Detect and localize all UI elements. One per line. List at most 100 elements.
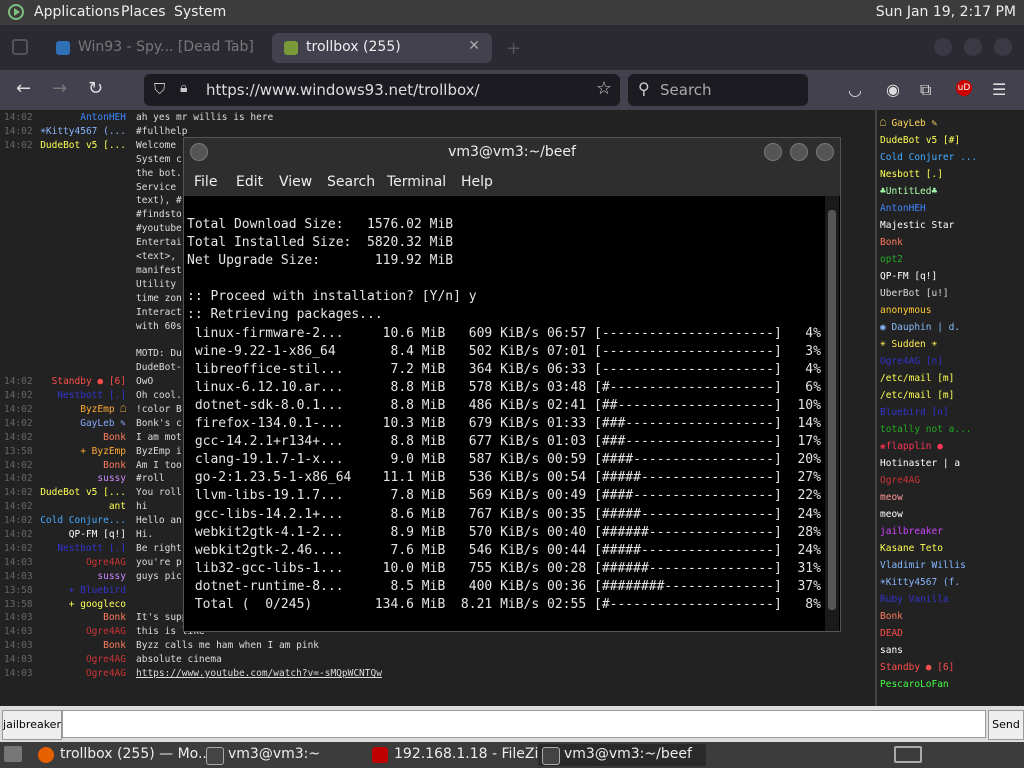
- user-list-item[interactable]: ❀flapplin ●: [880, 441, 943, 452]
- message-nick[interactable]: Bonk: [103, 432, 126, 443]
- user-list-item[interactable]: Bluebird [n]: [880, 407, 949, 418]
- user-list-item[interactable]: Nesbott [.]: [880, 169, 943, 180]
- user-list-item[interactable]: Kasane Teto: [880, 543, 943, 554]
- message-nick[interactable]: DudeBot v5 [...: [40, 487, 126, 498]
- close-button[interactable]: [816, 143, 834, 161]
- message-nick[interactable]: + googleco: [69, 599, 126, 610]
- message-nick[interactable]: Bonk: [103, 612, 126, 623]
- message-nick[interactable]: Nestbott [.]: [57, 543, 126, 554]
- menu-file[interactable]: File: [194, 174, 217, 190]
- message-nick[interactable]: + ByzEmp: [80, 446, 126, 457]
- lock-icon[interactable]: 🔒︎: [180, 80, 187, 96]
- user-list-item[interactable]: Ruby Vanilla: [880, 594, 949, 605]
- user-list-item[interactable]: Vladimir Willis: [880, 560, 966, 571]
- places-menu[interactable]: Places: [121, 4, 166, 20]
- message-nick[interactable]: Ogre4AG: [86, 557, 126, 568]
- user-list-item[interactable]: Hotinaster | a: [880, 458, 960, 469]
- account-icon[interactable]: ◉: [886, 80, 900, 99]
- back-icon[interactable]: ←: [16, 78, 31, 99]
- user-list-item[interactable]: QP-FM [q!]: [880, 271, 937, 282]
- taskbar-item-filezilla[interactable]: 192.168.1.18 - FileZilla: [368, 744, 555, 766]
- menu-terminal[interactable]: Terminal: [387, 174, 446, 190]
- user-list-item[interactable]: Ogre4AG [n]: [880, 356, 943, 367]
- minimize-button[interactable]: [764, 143, 782, 161]
- user-list-item[interactable]: Bonk: [880, 237, 903, 248]
- nickname-button[interactable]: jailbreaker: [2, 710, 62, 740]
- user-list-item[interactable]: Ogre4AG: [880, 475, 920, 486]
- user-list-item[interactable]: AntonHEH: [880, 203, 926, 214]
- user-list-item[interactable]: /etc/mail [m]: [880, 373, 954, 384]
- message-input[interactable]: [62, 710, 986, 738]
- message-nick[interactable]: DudeBot v5 [...: [40, 140, 126, 151]
- pocket-icon[interactable]: ◡: [848, 80, 862, 99]
- terminal-titlebar[interactable]: vm3@vm3:~/beef: [184, 138, 840, 166]
- menu-edit[interactable]: Edit: [236, 174, 263, 190]
- bookmark-star-icon[interactable]: ☆: [596, 78, 612, 99]
- user-list-item[interactable]: ♣UntitLed♣: [880, 186, 937, 197]
- menu-search[interactable]: Search: [327, 174, 375, 190]
- user-list-item[interactable]: sans: [880, 645, 903, 656]
- user-list-item[interactable]: DEAD: [880, 628, 903, 639]
- forward-icon[interactable]: →: [52, 78, 67, 99]
- message-nick[interactable]: Ogre4AG: [86, 626, 126, 637]
- clock[interactable]: Sun Jan 19, 2:17 PM: [876, 4, 1016, 20]
- menu-icon[interactable]: ☰: [992, 80, 1006, 99]
- user-list-item[interactable]: meow: [880, 509, 903, 520]
- send-button[interactable]: Send: [988, 710, 1024, 740]
- tab-overview-icon[interactable]: [12, 39, 28, 55]
- user-list-item[interactable]: ☖ GayLeb ✎: [880, 118, 937, 129]
- close-tab-icon[interactable]: ✕: [468, 38, 480, 54]
- maximize-button[interactable]: [790, 143, 808, 161]
- user-list-item[interactable]: opt2: [880, 254, 903, 265]
- user-list-item[interactable]: meow: [880, 492, 903, 503]
- tab-win93[interactable]: Win93 - Spy... [Dead Tab]: [44, 33, 264, 63]
- close-window-button[interactable]: [994, 38, 1012, 56]
- message-nick[interactable]: Standby ● [6]: [52, 376, 126, 387]
- message-nick[interactable]: ByzEmp ☖: [80, 404, 126, 415]
- message-nick[interactable]: Cold Conjure...: [40, 515, 126, 526]
- message-nick[interactable]: Ogre4AG: [86, 654, 126, 665]
- url-text[interactable]: https://www.windows93.net/trollbox/: [206, 81, 480, 99]
- user-list-item[interactable]: Bonk: [880, 611, 903, 622]
- scrollbar-thumb[interactable]: [828, 210, 836, 610]
- user-list-item[interactable]: totally not a...: [880, 424, 972, 435]
- message-nick[interactable]: GayLeb ✎: [80, 418, 126, 429]
- message-nick[interactable]: Bonk: [103, 640, 126, 651]
- user-list-item[interactable]: jailbreaker: [880, 526, 943, 537]
- menu-view[interactable]: View: [279, 174, 312, 190]
- applications-menu[interactable]: Applications: [34, 4, 120, 20]
- tab-trollbox[interactable]: trollbox (255) ✕: [272, 33, 492, 63]
- new-tab-icon[interactable]: +: [506, 38, 521, 59]
- user-list-item[interactable]: /etc/mail [m]: [880, 390, 954, 401]
- terminal-window[interactable]: vm3@vm3:~/beef File Edit View Search Ter…: [183, 137, 841, 632]
- distro-logo-icon[interactable]: [8, 4, 24, 20]
- show-desktop-icon[interactable]: [4, 746, 22, 762]
- workspace-switcher-icon[interactable]: [894, 746, 922, 763]
- taskbar-item-terminal[interactable]: vm3@vm3:~: [202, 744, 366, 766]
- message-nick[interactable]: ☀Kitty4567 (...: [40, 126, 126, 137]
- message-nick[interactable]: sussy: [97, 473, 126, 484]
- taskbar-item-firefox[interactable]: trollbox (255) — Mo...: [34, 744, 211, 766]
- user-list-item[interactable]: ☀ Sudden ☀: [880, 339, 937, 350]
- reload-icon[interactable]: ↻: [88, 78, 103, 99]
- terminal-scrollbar[interactable]: [825, 196, 839, 631]
- user-list[interactable]: ☖ GayLeb ✎ DudeBot v5 [#] Cold Conjurer ..…: [875, 110, 1024, 706]
- message-nick[interactable]: Ogre4AG: [86, 668, 126, 679]
- message-nick[interactable]: sussy: [97, 571, 126, 582]
- terminal-output[interactable]: Total Download Size: 1576.02 MiB Total In…: [184, 196, 824, 631]
- extensions-icon[interactable]: ⧉: [920, 80, 931, 100]
- message-nick[interactable]: QP-FM [q!]: [69, 529, 126, 540]
- user-list-item[interactable]: PescaroLoFan: [880, 679, 949, 690]
- maximize-window-button[interactable]: [964, 38, 982, 56]
- message-nick[interactable]: + Bluebird: [69, 585, 126, 596]
- message-nick[interactable]: Bonk: [103, 460, 126, 471]
- search-input[interactable]: ⚲ Search: [628, 74, 808, 106]
- user-list-item[interactable]: Standby ● [6]: [880, 662, 954, 673]
- system-menu[interactable]: System: [174, 4, 226, 20]
- menu-help[interactable]: Help: [461, 174, 493, 190]
- user-list-item[interactable]: Majestic Star: [880, 220, 954, 231]
- user-list-item[interactable]: Cold Conjurer ...: [880, 152, 977, 163]
- user-list-item[interactable]: ◉ Dauphin | d.: [880, 322, 960, 333]
- message-nick[interactable]: Nestbott [.]: [57, 390, 126, 401]
- user-list-item[interactable]: ☀Kitty4567 (f.: [880, 577, 960, 588]
